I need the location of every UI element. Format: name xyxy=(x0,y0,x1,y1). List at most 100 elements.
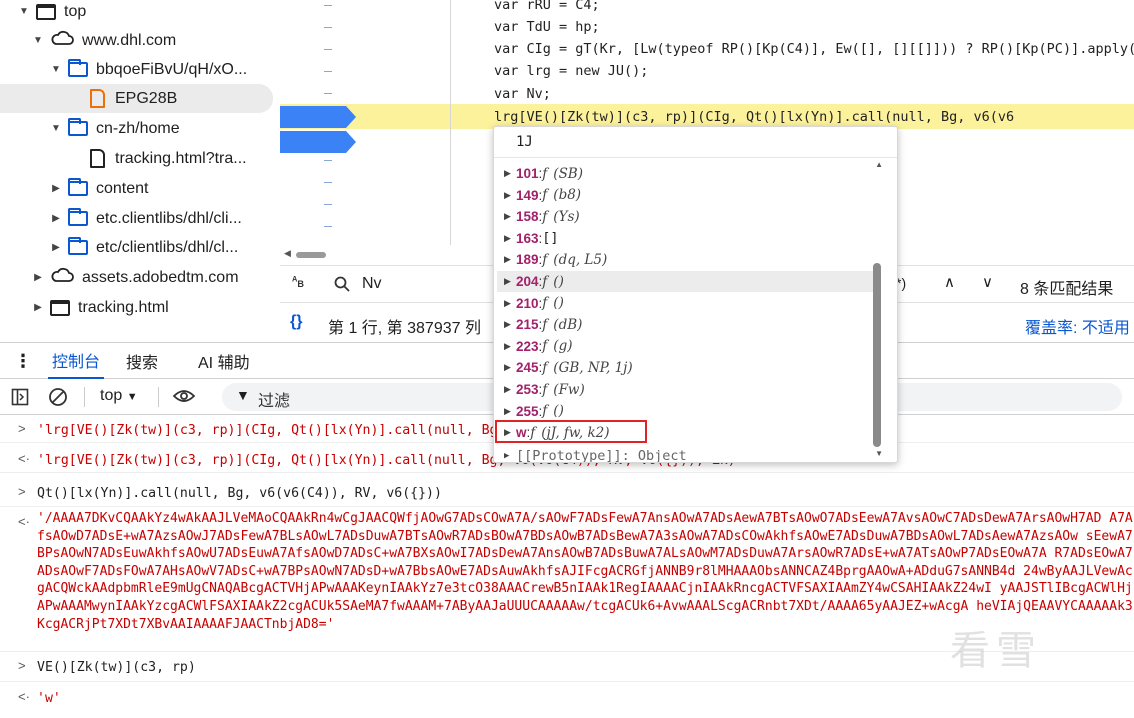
popup-item-value: [] xyxy=(542,230,559,247)
popup-item-key: 253 xyxy=(516,382,539,397)
chevron-down-icon[interactable]: ∨ xyxy=(982,273,993,291)
popup-prototype[interactable]: ▶ [[Prototype]]: Object xyxy=(504,446,687,462)
context-select[interactable]: top ▼ xyxy=(100,387,138,405)
popup-item-value: (g) xyxy=(553,338,573,355)
popup-scrollbar[interactable] xyxy=(873,263,881,447)
expand-icon[interactable]: ▶ xyxy=(504,362,516,373)
code-line: var Nv; xyxy=(494,86,551,102)
chevron-down-icon[interactable]: ▼ xyxy=(50,64,62,75)
tree-item-top[interactable]: ▼ top xyxy=(0,0,280,26)
popup-item[interactable]: ▶ 253: f (Fw) xyxy=(504,379,585,400)
chevron-right-icon[interactable]: ▶ xyxy=(32,302,44,313)
tree-item-file-selected[interactable]: EPG28B xyxy=(0,84,273,113)
search-input[interactable]: Nv xyxy=(362,275,382,293)
expand-icon[interactable]: ▶ xyxy=(504,190,516,201)
popup-item-value: (dq, L5) xyxy=(553,251,608,268)
scroll-left-icon[interactable]: ◀ xyxy=(284,248,291,259)
popup-header: 1J xyxy=(516,134,533,150)
expand-icon[interactable]: ▶ xyxy=(504,384,516,395)
breakpoint-marker[interactable] xyxy=(280,106,356,128)
popup-item[interactable]: ▶ 255: f() xyxy=(504,401,564,422)
tree-item-frame[interactable]: ▶ tracking.html xyxy=(0,293,280,322)
popup-item[interactable]: ▶ 101: f (SB) xyxy=(504,163,583,184)
popup-item-value: (dB) xyxy=(553,316,583,333)
eye-icon[interactable] xyxy=(172,388,196,404)
file-icon xyxy=(90,89,105,108)
popup-item-key: 163 xyxy=(516,230,539,246)
input-prompt-icon: > xyxy=(18,421,26,436)
expand-icon[interactable]: ▶ xyxy=(504,211,516,222)
chevron-right-icon[interactable]: ▶ xyxy=(50,213,62,224)
popup-item[interactable]: ▶ 163: [] xyxy=(504,228,559,249)
sidebar-toggle-icon[interactable] xyxy=(11,388,29,406)
popup-item-value: () xyxy=(553,273,564,290)
popup-item-key: 149 xyxy=(516,187,539,203)
console-result-line: <· 'w' xyxy=(18,689,61,706)
popup-item-value: () xyxy=(553,403,564,420)
search-icon xyxy=(334,276,350,292)
expand-icon[interactable]: ▶ xyxy=(504,319,516,330)
tree-item-file[interactable]: tracking.html?tra... xyxy=(0,144,280,173)
tree-item-domain[interactable]: ▶ assets.adobedtm.com xyxy=(0,263,280,292)
object-preview-popup[interactable]: 1J ▲ ▶ 101: f (SB) ▶ 149: f (b8) ▶ 158: f (Ys) ▶ 1… xyxy=(493,126,898,463)
tree-item-folder[interactable]: ▶ content xyxy=(0,174,280,203)
code-line: var lrg = new JU(); xyxy=(494,63,649,79)
popup-item[interactable]: ▶ 204: f() xyxy=(497,271,875,292)
popup-item-value: (b8) xyxy=(553,187,582,204)
expand-icon[interactable]: ▶ xyxy=(504,254,516,265)
popup-item-value: (Ys) xyxy=(553,208,580,225)
popup-item[interactable]: ▶ 210: f() xyxy=(504,293,564,314)
tree-item-folder[interactable]: ▼ cn-zh/home xyxy=(0,114,280,143)
scroll-down-icon[interactable]: ▼ xyxy=(875,449,883,458)
popup-item[interactable]: ▶ 149: f (b8) xyxy=(504,185,581,206)
popup-item-value: (Fw) xyxy=(553,381,585,398)
expand-icon[interactable]: ▶ xyxy=(504,168,516,179)
tab-search[interactable]: 搜索 xyxy=(126,343,158,379)
expand-icon[interactable]: ▶ xyxy=(504,406,516,417)
breakpoint-marker[interactable] xyxy=(280,131,356,153)
function-icon: f xyxy=(542,295,548,312)
popup-item[interactable]: ▶ 215: f (dB) xyxy=(504,314,582,335)
folder-icon xyxy=(68,237,88,255)
tree-item-folder[interactable]: ▼ bbqoeFiBvU/qH/xO... xyxy=(0,55,280,84)
filter-input[interactable]: 过滤 xyxy=(258,387,290,411)
popup-item[interactable]: ▶ 245: f (GB, NP, 1j) xyxy=(504,357,633,378)
function-icon: f xyxy=(542,187,548,204)
chevron-right-icon[interactable]: ▶ xyxy=(50,183,62,194)
expand-icon[interactable]: ▶ xyxy=(504,298,516,309)
code-line: var CIg = gT(Kr, [Lw(typeof RP()[Kp(C4)]… xyxy=(494,41,1134,57)
pretty-print-icon[interactable]: {} xyxy=(290,313,302,331)
match-case-icon[interactable]: ᴬB xyxy=(292,275,304,289)
cursor-position: 第 1 行, 第 387937 列 xyxy=(328,320,481,337)
chevron-down-icon[interactable]: ▼ xyxy=(50,123,62,134)
chevron-up-icon[interactable]: ∧ xyxy=(944,273,955,291)
function-icon: f xyxy=(542,208,548,225)
tab-ai-assist[interactable]: AI 辅助 xyxy=(198,343,250,379)
input-prompt-icon: > xyxy=(18,658,26,673)
chevron-right-icon[interactable]: ▶ xyxy=(32,272,44,283)
popup-item[interactable]: ▶ 158: f (Ys) xyxy=(504,206,580,227)
tree-item-domain[interactable]: ▼ www.dhl.com xyxy=(0,26,280,55)
chevron-down-icon[interactable]: ▼ xyxy=(18,6,30,17)
expand-icon[interactable]: ▶ xyxy=(504,233,516,244)
tab-console[interactable]: 控制台 xyxy=(48,343,105,379)
tree-item-folder[interactable]: ▶ etc/clientlibs/dhl/cl... xyxy=(0,233,280,262)
coverage-link[interactable]: 覆盖率: 不适用 xyxy=(1025,314,1130,338)
horizontal-scrollbar[interactable] xyxy=(296,252,326,258)
popup-item-key: 245 xyxy=(516,360,539,376)
popup-item-key: 215 xyxy=(516,317,539,333)
cloud-icon xyxy=(50,267,74,288)
clear-console-icon[interactable] xyxy=(48,387,68,407)
popup-item[interactable]: ▶ 189: f (dq, L5) xyxy=(504,249,607,270)
more-menu-icon[interactable]: ⋮ xyxy=(14,343,32,379)
expand-icon[interactable]: ▶ xyxy=(504,451,516,461)
popup-item[interactable]: ▶ 223: f (g) xyxy=(504,336,572,357)
chevron-right-icon[interactable]: ▶ xyxy=(50,242,62,253)
folder-icon xyxy=(68,178,88,196)
expand-icon[interactable]: ▶ xyxy=(504,276,516,287)
scroll-up-icon[interactable]: ▲ xyxy=(875,160,883,169)
chevron-down-icon[interactable]: ▼ xyxy=(32,35,44,46)
expand-icon[interactable]: ▶ xyxy=(504,341,516,352)
popup-item-key: 189 xyxy=(516,252,539,268)
tree-item-folder[interactable]: ▶ etc.clientlibs/dhl/cli... xyxy=(0,204,280,233)
